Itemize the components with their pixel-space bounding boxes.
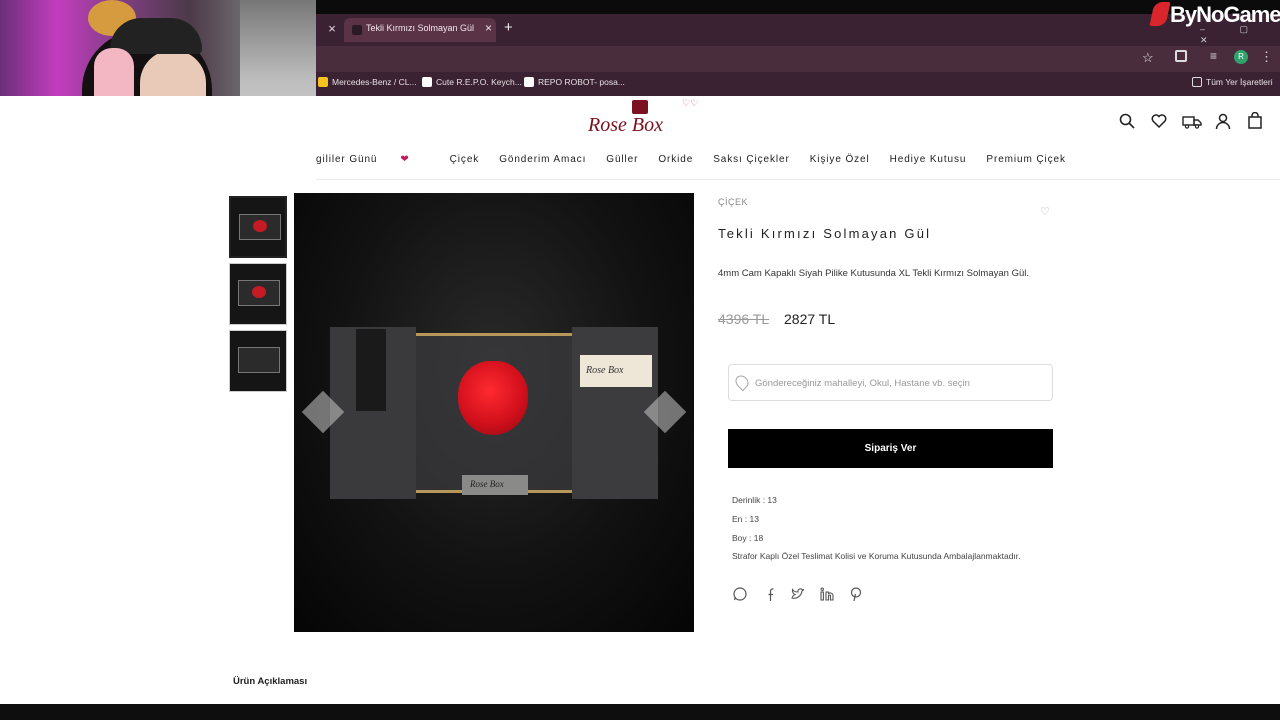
bookmark-star-icon[interactable]: ☆ xyxy=(1142,50,1154,66)
product-thumbnail-1[interactable] xyxy=(229,196,287,258)
tab-close-button[interactable]: × xyxy=(485,21,492,35)
box-card: Rose Box xyxy=(580,355,652,387)
breadcrumb[interactable]: ÇİÇEK xyxy=(718,197,748,207)
product-thumbnail-2[interactable] xyxy=(229,263,287,325)
facebook-icon[interactable] xyxy=(761,586,777,602)
bookmark-3-label: REPO ROBOT- posa... xyxy=(538,77,625,87)
search-icon[interactable] xyxy=(1118,112,1136,130)
nav-item-valentines-label: gililer Günü xyxy=(316,154,378,165)
site-logo[interactable]: Rose Box ♡♡ xyxy=(582,98,702,140)
twitter-icon[interactable] xyxy=(790,586,806,602)
logo-hearts-icon: ♡♡ xyxy=(682,98,699,108)
tab-favicon-icon xyxy=(352,25,362,35)
header-icons xyxy=(1118,111,1264,130)
product-thumbnail-3[interactable] xyxy=(229,330,287,392)
nav-item-personal[interactable]: Kişiye Özel xyxy=(810,154,870,165)
spec-depth: Derinlik : 13 xyxy=(732,495,777,505)
thumb-rose xyxy=(253,220,267,232)
nav-item-flowers[interactable]: Çiçek xyxy=(450,154,480,165)
order-button[interactable]: Sipariş Ver xyxy=(728,429,1053,468)
nav-item-potted[interactable]: Saksı Çiçekler xyxy=(713,154,790,165)
user-icon[interactable] xyxy=(1214,112,1232,130)
tab-title: Tekli Kırmızı Solmayan Gül xyxy=(366,23,475,33)
spec-width: En : 13 xyxy=(732,514,759,524)
nav-item-premium[interactable]: Premium Çiçek xyxy=(986,154,1066,165)
spec-height: Boy : 18 xyxy=(732,533,764,543)
bookmark-1-label: Mercedes-Benz / CL... xyxy=(332,77,417,87)
bookmark-folder[interactable]: Tüm Yer İşaretleri xyxy=(1192,77,1273,87)
new-tab-button[interactable]: + xyxy=(504,19,513,36)
delivery-address-field[interactable] xyxy=(728,364,1053,401)
logo-box-icon xyxy=(632,100,648,114)
heart-icon[interactable] xyxy=(1150,112,1168,130)
bookmark-favicon-icon xyxy=(524,77,534,87)
wishlist-heart-icon[interactable]: ♡ xyxy=(1040,205,1050,218)
extensions-icon[interactable] xyxy=(1175,50,1187,62)
bookmark-folder-label: Tüm Yer İşaretleri xyxy=(1206,77,1273,87)
truck-icon[interactable] xyxy=(1182,112,1202,130)
old-price: 4396 TL xyxy=(718,311,770,327)
media-control-icon[interactable]: ≡ xyxy=(1210,49,1217,63)
box-plate-logo: Rose Box xyxy=(470,479,504,489)
box-card-logo: Rose Box xyxy=(586,365,624,376)
product-main-image[interactable]: Rose Box Rose Box xyxy=(294,193,694,632)
bookmark-2[interactable]: Cute R.E.P.O. Keych... xyxy=(422,77,522,87)
profile-avatar[interactable]: R xyxy=(1234,50,1248,64)
nav-divider xyxy=(316,179,1280,180)
main-nav: gililer Günü ❤ Çiçek Gönderim Amacı Gülle… xyxy=(316,154,1086,165)
streamer-watermark: ByNoGame xyxy=(1148,0,1280,30)
current-price: 2827 TL xyxy=(784,311,836,327)
nav-item-occasion[interactable]: Gönderim Amacı xyxy=(499,154,586,165)
browser-menu-icon[interactable]: ⋮ xyxy=(1260,49,1273,65)
red-rose xyxy=(458,361,528,435)
linkedin-icon[interactable] xyxy=(819,586,835,602)
nav-item-roses[interactable]: Güller xyxy=(606,154,638,165)
spec-packaging-note: Strafor Kaplı Özel Teslimat Kolisi ve Ko… xyxy=(732,551,1021,561)
thumb-rose xyxy=(252,286,266,298)
nav-item-orchids[interactable]: Orkide xyxy=(658,154,693,165)
pinterest-icon[interactable] xyxy=(848,586,864,602)
heart-icon: ❤ xyxy=(400,154,410,165)
thumb-box xyxy=(238,347,280,373)
bookmark-3[interactable]: REPO ROBOT- posa... xyxy=(524,77,625,87)
watermark-logo-icon xyxy=(1149,2,1171,26)
box-plate: Rose Box xyxy=(462,475,528,495)
product-description-tab[interactable]: Ürün Açıklaması xyxy=(233,676,307,687)
screen: × Tekli Kırmızı Solmayan Gül × + – ▢ ✕ ☆… xyxy=(0,0,1280,720)
watermark-text: ByNoGame xyxy=(1170,2,1280,27)
streamer-bandana xyxy=(110,18,202,54)
address-bar[interactable] xyxy=(316,46,1280,72)
bookmark-2-label: Cute R.E.P.O. Keych... xyxy=(436,77,522,87)
logo-text: Rose Box xyxy=(588,114,663,136)
share-icons xyxy=(732,586,864,602)
folder-icon xyxy=(1192,77,1202,87)
nav-item-giftbox[interactable]: Hediye Kutusu xyxy=(890,154,967,165)
bookmark-1[interactable]: Mercedes-Benz / CL... xyxy=(318,77,417,87)
delivery-address-input[interactable] xyxy=(755,373,1045,393)
bag-icon[interactable] xyxy=(1246,111,1264,130)
bottom-letterbox xyxy=(0,704,1280,720)
bookmark-favicon-icon xyxy=(318,77,328,87)
product-title: Tekli Kırmızı Solmayan Gül xyxy=(718,226,932,241)
box-strap xyxy=(356,329,386,411)
tab-close-left-button[interactable]: × xyxy=(322,18,342,40)
whatsapp-icon[interactable] xyxy=(732,586,748,602)
nav-item-valentines[interactable]: gililer Günü ❤ xyxy=(316,154,430,165)
bookmark-favicon-icon xyxy=(422,77,432,87)
product-short-description: 4mm Cam Kapaklı Siyah Pilike Kutusunda X… xyxy=(718,268,1029,279)
browser-tab-active[interactable]: Tekli Kırmızı Solmayan Gül × xyxy=(344,18,496,42)
location-pin-icon xyxy=(732,372,752,392)
